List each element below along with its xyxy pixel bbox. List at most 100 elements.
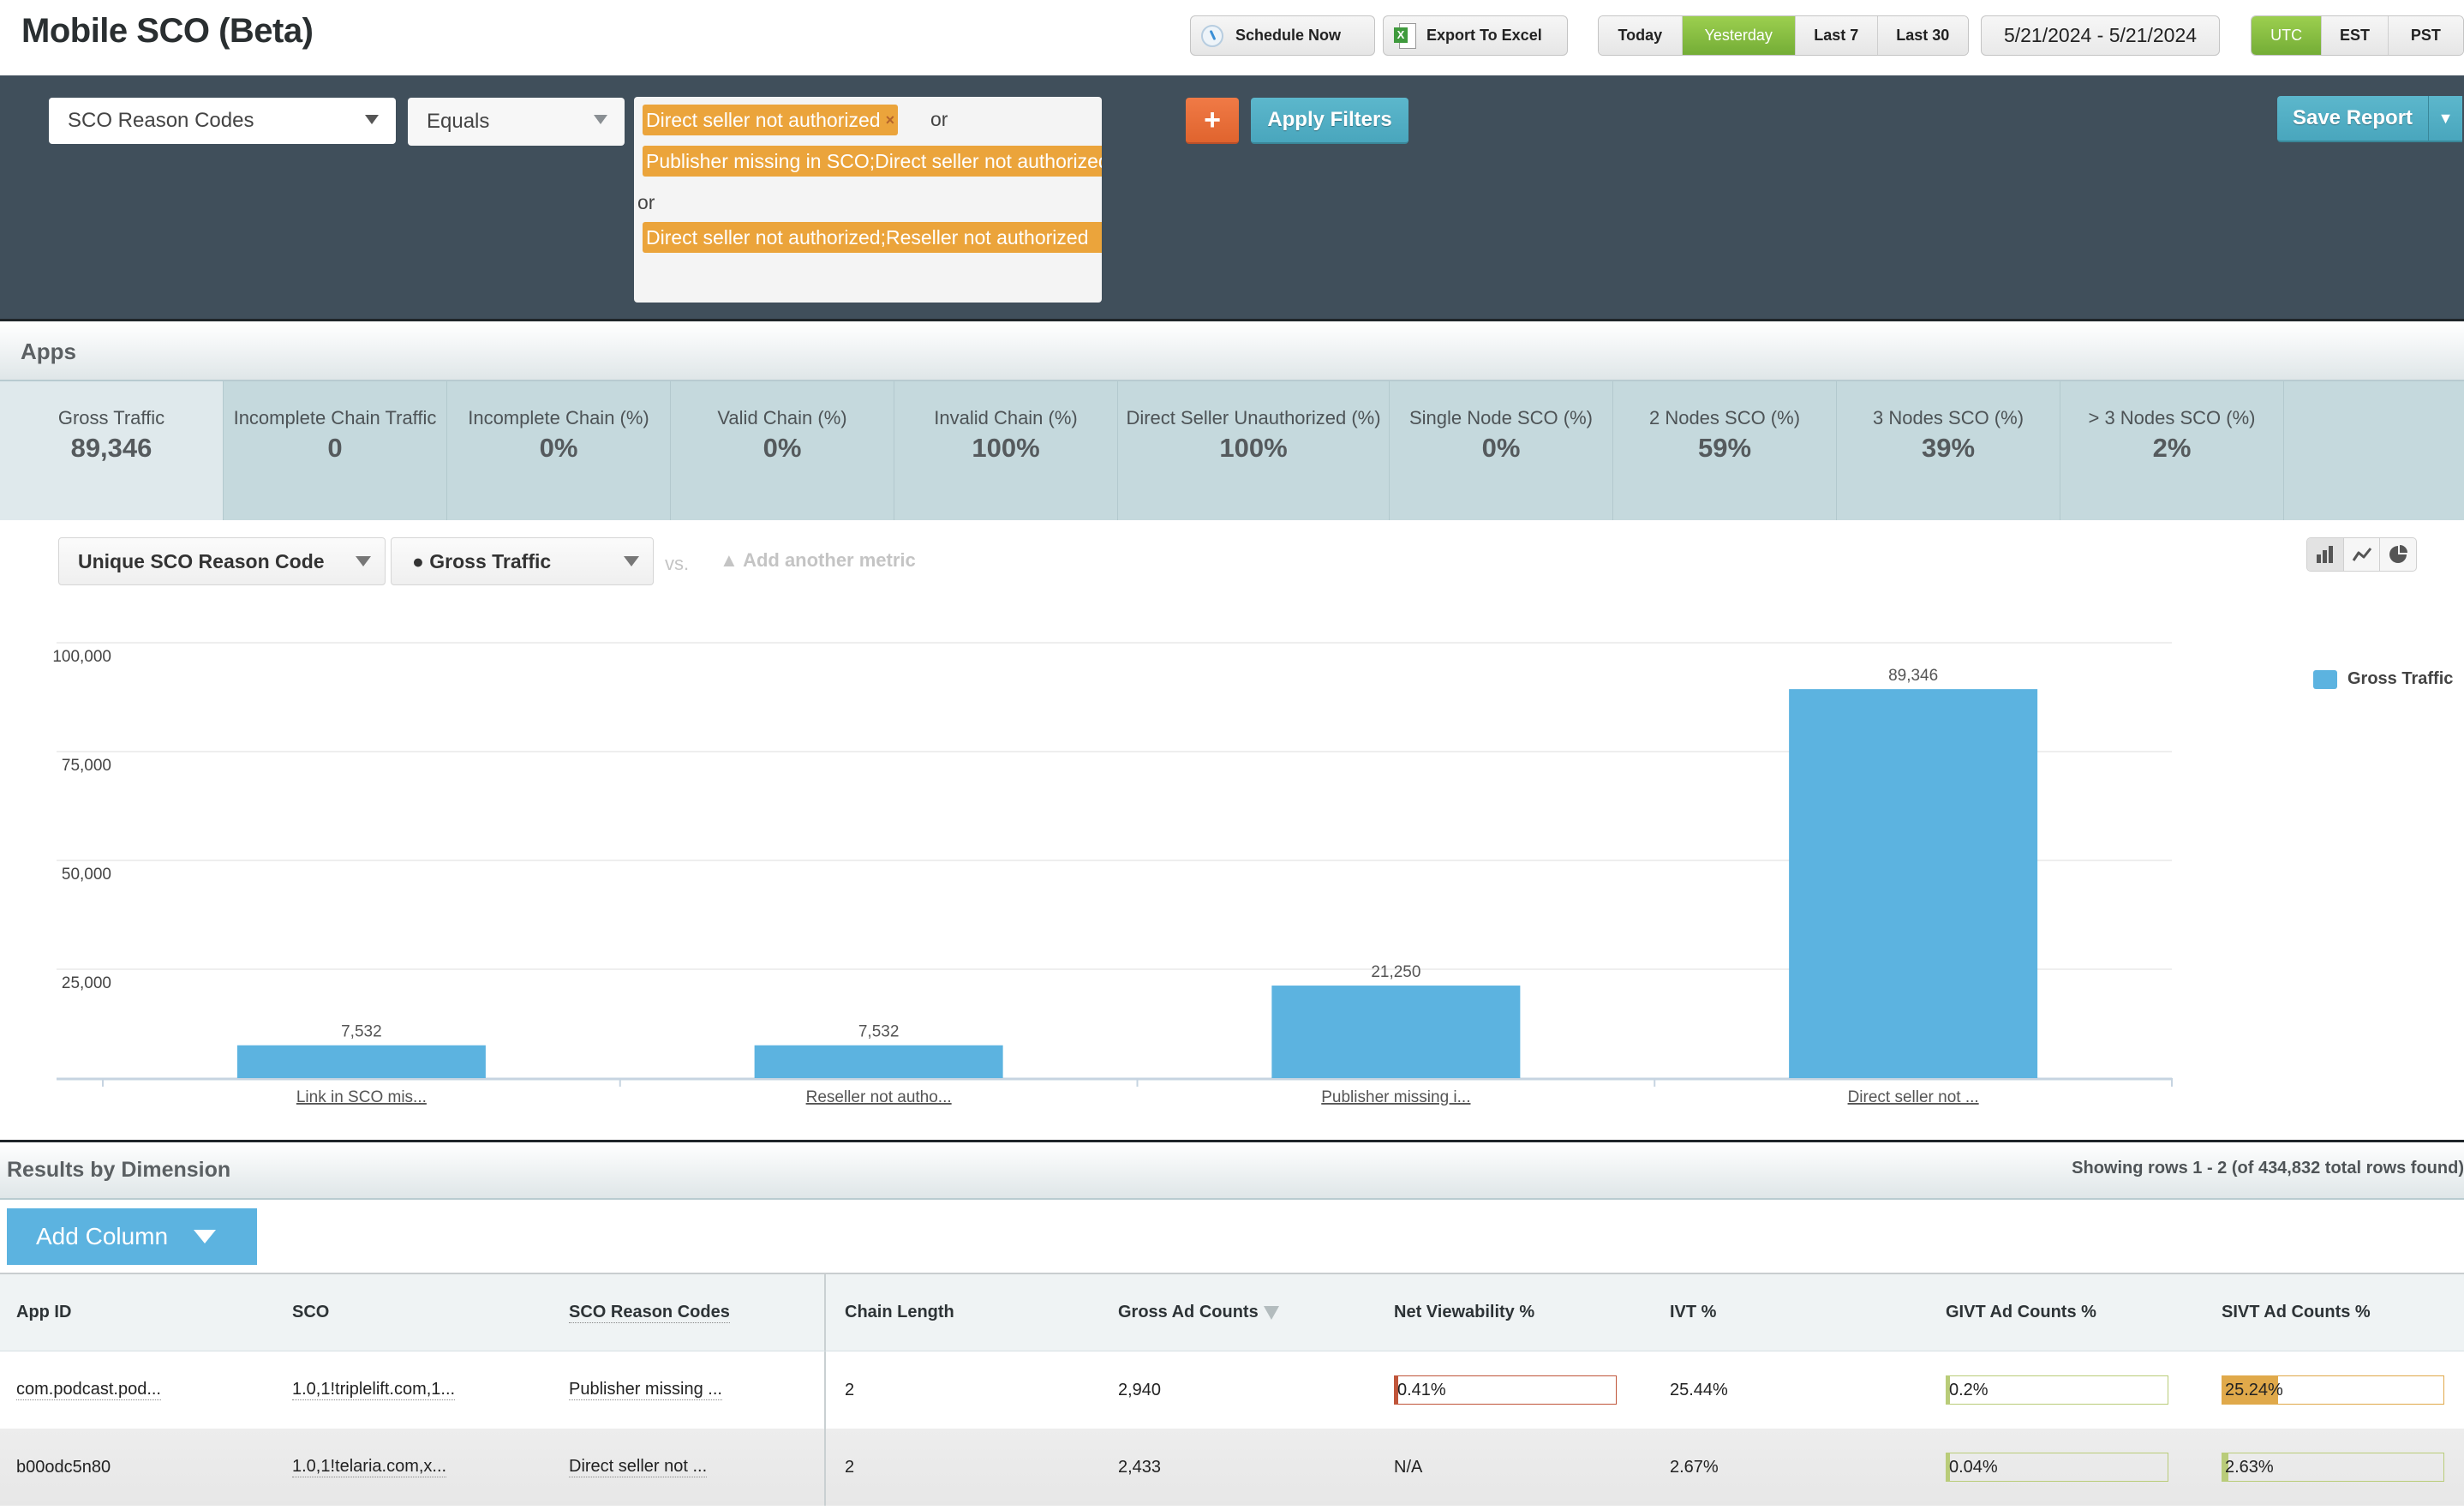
cell-givt: 0.04% xyxy=(1929,1429,2205,1506)
filter-value-tag[interactable]: Direct seller not authorized × xyxy=(643,105,899,135)
line-chart-icon xyxy=(2352,548,2371,561)
chart-type-switcher xyxy=(2306,537,2417,572)
column-header-label: App ID xyxy=(16,1303,72,1321)
kpi-label: Valid Chain (%) xyxy=(717,407,847,428)
cell-app-id[interactable]: b00odc5n80 xyxy=(0,1429,276,1506)
date-preset-yesterday[interactable]: Yesterday xyxy=(1681,16,1795,55)
sort-descending-icon[interactable] xyxy=(1263,1305,1279,1320)
timezone-pst[interactable]: PST xyxy=(2387,16,2463,55)
column-header-givt[interactable]: GIVT Ad Counts % xyxy=(1929,1274,2205,1351)
cell-text: Publisher missing ... xyxy=(569,1380,722,1400)
cell-ivt: 25.44% xyxy=(1670,1380,1728,1399)
legend-label: Gross Traffic xyxy=(2347,669,2454,688)
timezone-est[interactable]: EST xyxy=(2321,16,2388,55)
filter-dimension-select[interactable]: SCO Reason Codes xyxy=(49,98,396,144)
y-tick-label: 75,000 xyxy=(62,757,111,775)
save-report-button[interactable]: Save Report xyxy=(2277,96,2428,142)
kpi-value: 0% xyxy=(1481,433,1521,463)
schedule-now-button[interactable]: Schedule Now xyxy=(1190,15,1375,56)
add-column-button[interactable]: Add Column xyxy=(7,1208,257,1265)
filter-operator-select[interactable]: Equals xyxy=(408,98,625,146)
cell-sco[interactable]: 1.0,1!triplelift.com,1... xyxy=(276,1351,553,1429)
filter-values-box[interactable]: Direct seller not authorized × or Publis… xyxy=(634,97,1102,303)
cell-gross-ad-counts: 2,940 xyxy=(1118,1380,1162,1399)
add-another-metric-link[interactable]: ▲ Add another metric xyxy=(720,549,916,572)
kpi-more-than-3-nodes-sco-pct[interactable]: > 3 Nodes SCO (%) 2% xyxy=(2060,381,2284,520)
column-header-chain-length[interactable]: Chain Length xyxy=(826,1274,1102,1351)
chevron-down-icon xyxy=(624,556,639,566)
cell-givt: 0.2% xyxy=(1929,1351,2205,1429)
x-tick-label[interactable]: Publisher missing i... xyxy=(1321,1088,1470,1106)
date-range-picker[interactable]: 5/21/2024 - 5/21/2024 xyxy=(1981,15,2220,56)
clock-icon xyxy=(1201,24,1223,47)
kpi-single-node-sco-pct[interactable]: Single Node SCO (%) 0% xyxy=(1390,381,1613,520)
date-preset-last-7[interactable]: Last 7 xyxy=(1794,16,1877,55)
kpi-2-nodes-sco-pct[interactable]: 2 Nodes SCO (%) 59% xyxy=(1613,381,1837,520)
export-label: Export To Excel xyxy=(1426,27,1542,44)
bar[interactable] xyxy=(1271,986,1521,1078)
y-tick-label: 100,000 xyxy=(52,648,111,666)
bar[interactable] xyxy=(1789,689,2038,1078)
kpi-value: 59% xyxy=(1697,433,1752,463)
caret-down-icon xyxy=(194,1230,217,1243)
kpi-direct-seller-unauthorized-pct[interactable]: Direct Seller Unauthorized (%) 100% xyxy=(1118,381,1390,520)
chart-dimension-select[interactable]: Unique SCO Reason Code xyxy=(58,537,386,585)
or-label: or xyxy=(637,191,655,213)
filter-value-tag[interactable]: Direct seller not authorized;Reseller no… xyxy=(643,222,1102,253)
chart-legend[interactable]: Gross Traffic xyxy=(2313,669,2453,689)
kpi-label: > 3 Nodes SCO (%) xyxy=(2088,407,2256,428)
column-header-sivt[interactable]: SIVT Ad Counts % xyxy=(2205,1274,2464,1351)
date-preset-last-30[interactable]: Last 30 xyxy=(1876,16,1968,55)
cell-net-viewability: 0.41% xyxy=(1378,1351,1654,1429)
cell-sco-reason[interactable]: Publisher missing ... xyxy=(553,1351,826,1429)
kpi-incomplete-chain-traffic[interactable]: Incomplete Chain Traffic 0 xyxy=(224,381,447,520)
x-tick-label[interactable]: Direct seller not ... xyxy=(1848,1088,1979,1106)
bar[interactable] xyxy=(754,1045,1003,1078)
cell-sivt: 2.63% xyxy=(2205,1429,2464,1506)
table-row[interactable]: b00odc5n80 1.0,1!telaria.com,x... Direct… xyxy=(0,1429,2464,1506)
pie-chart-icon xyxy=(2389,545,2408,563)
column-header-label: Gross Ad Counts xyxy=(1118,1303,1259,1321)
filter-value-text: Direct seller not authorized xyxy=(646,108,881,131)
bar-chart-button[interactable] xyxy=(2307,538,2343,571)
bar-chart: 25,000 50,000 75,000 100,000 7,532 Link in SC… xyxy=(52,642,2173,1106)
export-to-excel-button[interactable]: Export To Excel xyxy=(1383,15,1568,56)
cell-sco-reason[interactable]: Direct seller not ... xyxy=(553,1429,826,1506)
kpi-gross-traffic[interactable]: Gross Traffic 89,346 xyxy=(0,381,224,520)
x-tick-label[interactable]: Link in SCO mis... xyxy=(296,1088,427,1106)
add-filter-button[interactable]: + xyxy=(1186,98,1239,144)
line-chart-button[interactable] xyxy=(2342,538,2380,571)
bar[interactable] xyxy=(236,1045,486,1078)
column-header-net-viewability[interactable]: Net Viewability % xyxy=(1378,1274,1654,1351)
filter-value-tag[interactable]: Publisher missing in SCO;Direct seller n… xyxy=(643,146,1102,177)
cell-app-id[interactable]: com.podcast.pod... xyxy=(0,1351,276,1429)
y-tick-label: 25,000 xyxy=(62,974,111,992)
kpi-invalid-chain-pct[interactable]: Invalid Chain (%) 100% xyxy=(894,381,1118,520)
column-header-sco-reason-codes[interactable]: SCO Reason Codes xyxy=(553,1274,826,1351)
column-header-app-id[interactable]: App ID xyxy=(0,1274,276,1351)
kpi-incomplete-chain-pct[interactable]: Incomplete Chain (%) 0% xyxy=(447,381,671,520)
remove-tag-icon[interactable]: × xyxy=(886,111,895,129)
column-header-sco[interactable]: SCO xyxy=(276,1274,553,1351)
table-row[interactable]: com.podcast.pod... 1.0,1!triplelift.com,… xyxy=(0,1351,2464,1429)
caret-down-icon: ▼ xyxy=(2437,109,2454,127)
x-tick-label[interactable]: Reseller not autho... xyxy=(806,1088,952,1106)
data-label: 7,532 xyxy=(858,1023,900,1041)
apply-filters-button[interactable]: Apply Filters xyxy=(1251,98,1408,144)
pie-chart-button[interactable] xyxy=(2379,538,2416,571)
cell-sco[interactable]: 1.0,1!telaria.com,x... xyxy=(276,1429,553,1506)
chart-metric-select[interactable]: ● Gross Traffic xyxy=(391,537,654,585)
chevron-down-icon xyxy=(365,115,379,124)
timezone-utc[interactable]: UTC xyxy=(2252,16,2322,55)
kpi-label: Incomplete Chain (%) xyxy=(468,407,649,428)
column-header-gross-ad-counts[interactable]: Gross Ad Counts xyxy=(1102,1274,1378,1351)
save-report-dropdown[interactable]: ▼ xyxy=(2428,96,2462,142)
kpi-value: 100% xyxy=(1219,433,1288,463)
kpi-3-nodes-sco-pct[interactable]: 3 Nodes SCO (%) 39% xyxy=(1837,381,2060,520)
kpi-valid-chain-pct[interactable]: Valid Chain (%) 0% xyxy=(671,381,894,520)
date-preset-today[interactable]: Today xyxy=(1599,16,1682,55)
kpi-strip: Gross Traffic 89,346 Incomplete Chain Tr… xyxy=(0,381,2464,520)
kpi-label: Gross Traffic xyxy=(57,407,165,428)
column-header-ivt[interactable]: IVT % xyxy=(1654,1274,1929,1351)
filter-value-text: Direct seller not authorized;Reseller no… xyxy=(646,225,1089,249)
